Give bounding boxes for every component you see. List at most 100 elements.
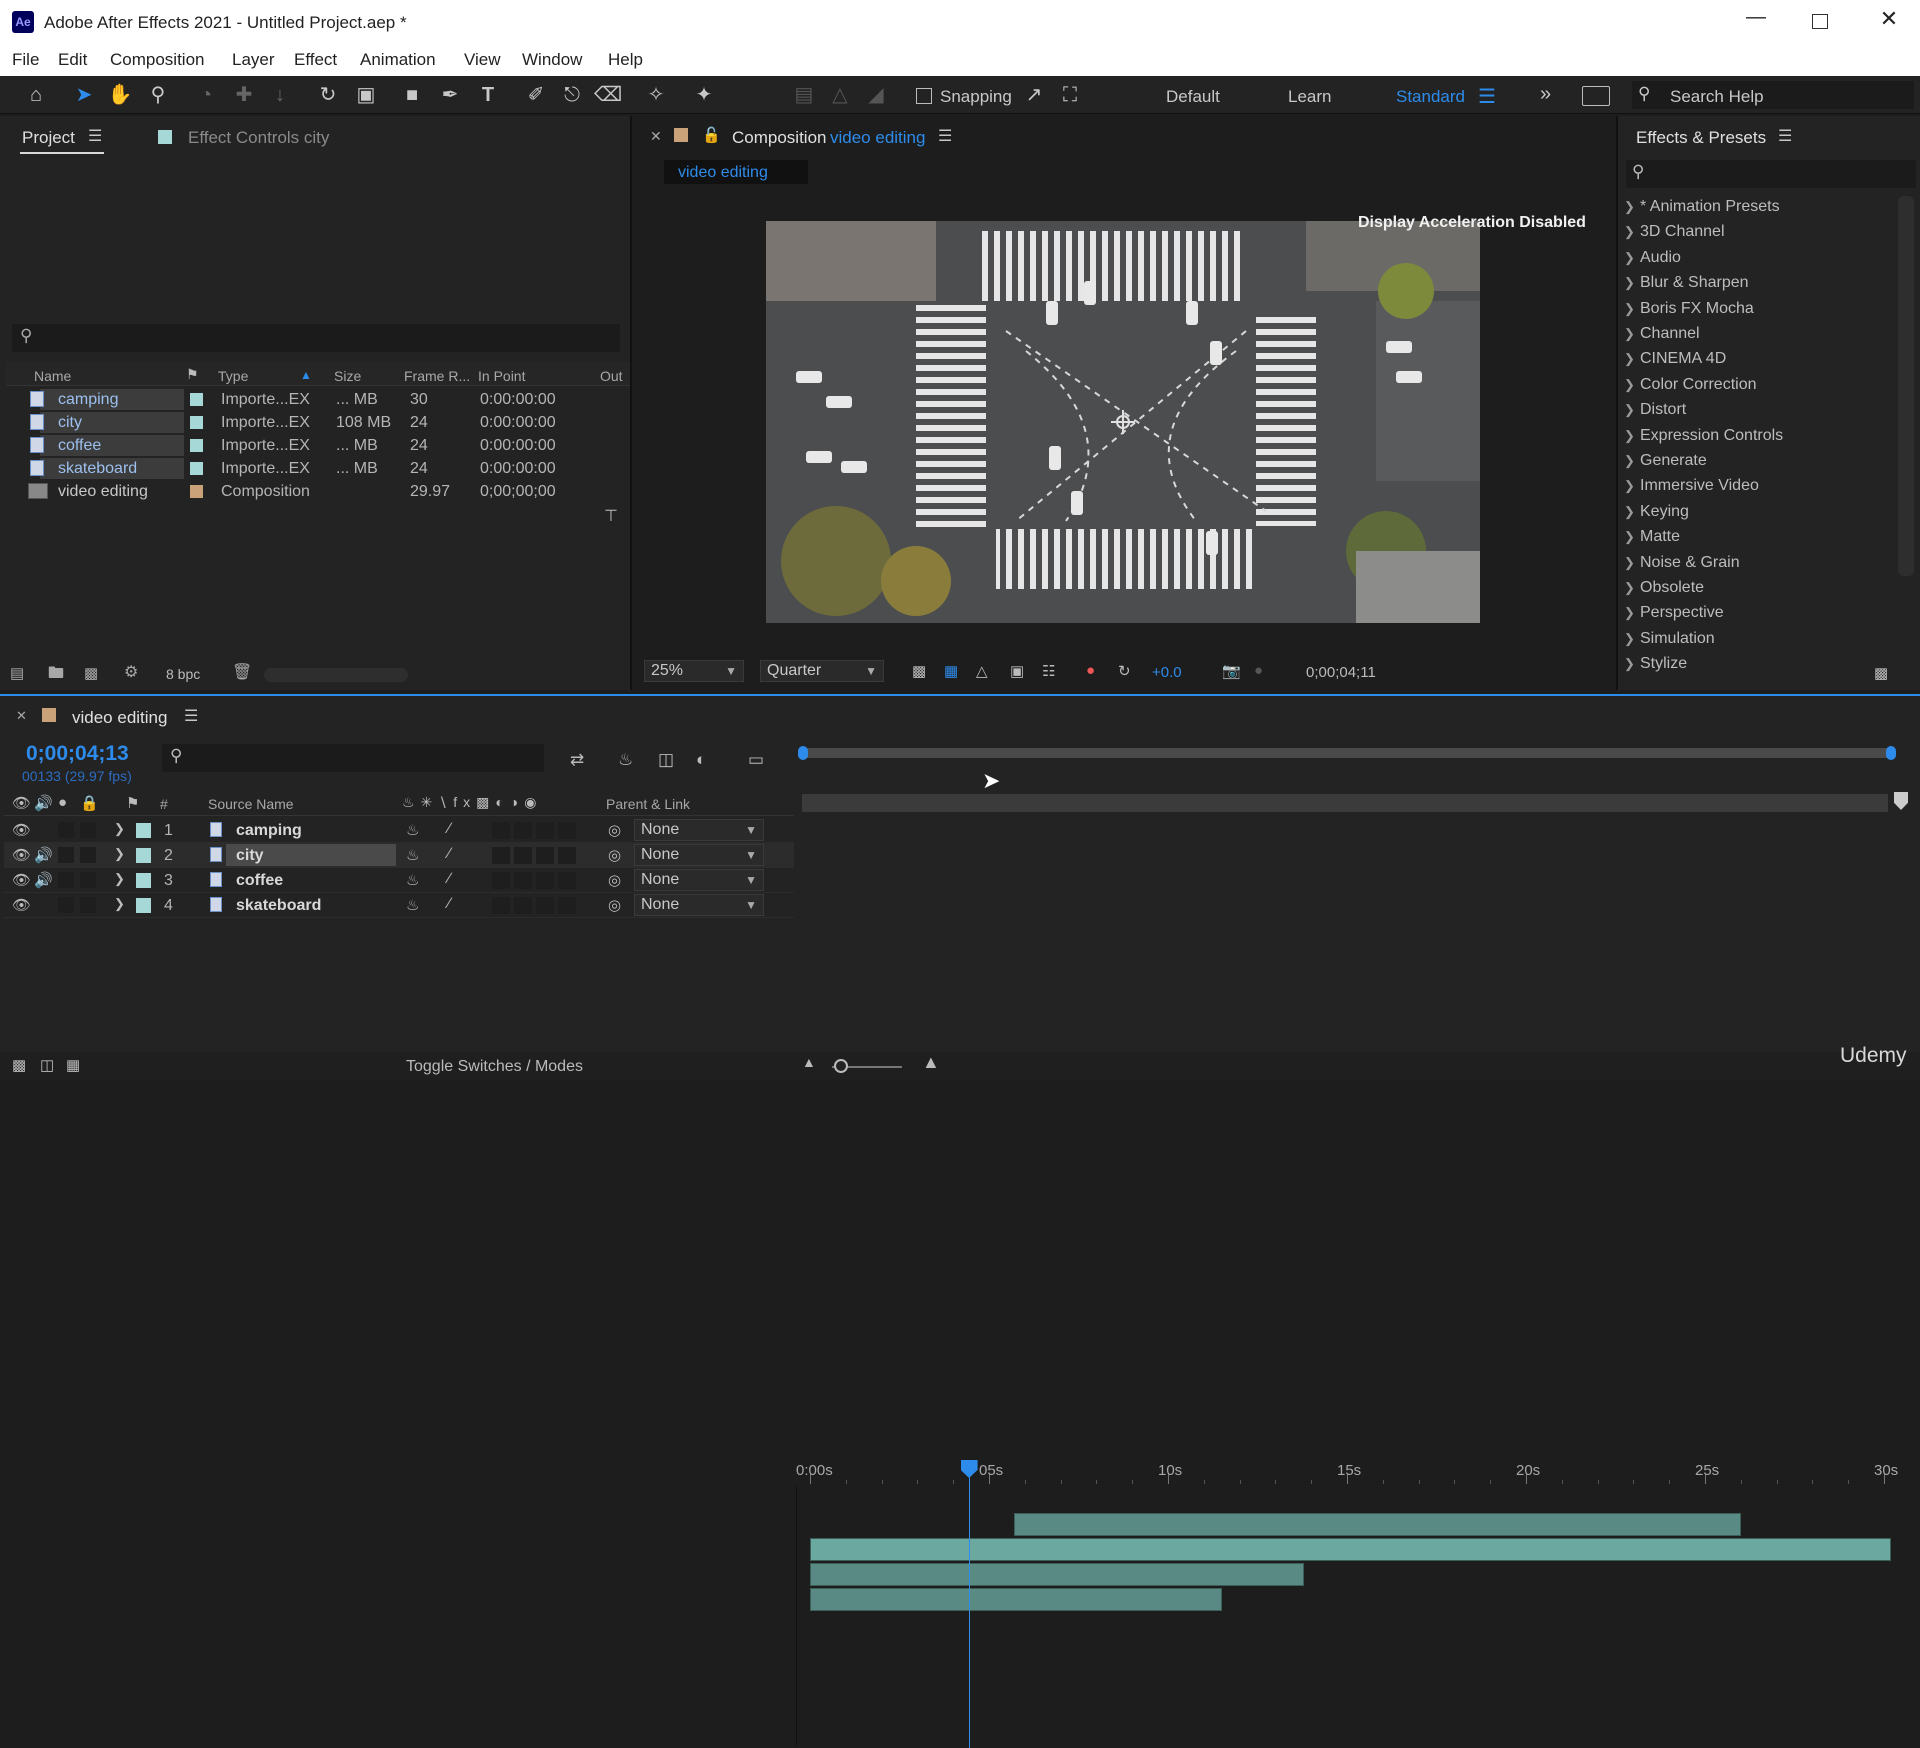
solo-toggle[interactable] (58, 872, 74, 888)
quality-switch-icon[interactable]: ∕ (448, 820, 451, 837)
channels-icon[interactable]: ● (1086, 662, 1095, 679)
label-column-icon[interactable]: ⚑ (186, 366, 199, 383)
zoom-in-icon[interactable]: ▲ (922, 1052, 940, 1073)
source-name-header[interactable]: Source Name (208, 796, 294, 812)
layer-row[interactable]: 👁 🔊 ❯ 3 coffee ♨ ∕ ◎ None ▼ (4, 868, 794, 893)
layer-row[interactable]: 👁 🔊 ❯ 2 city ♨ ∕ ◎ None ▼ (4, 843, 794, 868)
pick-whip-icon[interactable]: ◎ (608, 896, 621, 914)
effect-category[interactable]: ❯ Blur & Sharpen (1624, 270, 1749, 295)
work-area-range[interactable] (802, 794, 1888, 812)
maximize-icon[interactable] (1812, 14, 1828, 29)
brush-tool-icon[interactable]: ✐ (522, 82, 550, 108)
current-time-display[interactable]: 0;00;04;13 (26, 742, 129, 766)
eraser-tool-icon[interactable]: ⌫ (594, 82, 622, 108)
quality-switch-icon[interactable]: ∕ (448, 895, 451, 912)
effect-category[interactable]: ❯ * Animation Presets (1624, 194, 1780, 219)
layer-switches-toggle-icon[interactable]: ▩ (12, 1056, 26, 1074)
menu-animation[interactable]: Animation (360, 50, 436, 70)
solo-toggle[interactable] (58, 897, 74, 913)
effect-category[interactable]: ❯ Simulation (1624, 626, 1715, 651)
workspace-standard[interactable]: Standard (1396, 87, 1465, 107)
project-menu-icon[interactable]: ☰ (88, 126, 102, 146)
expand-chevron-icon[interactable]: ❯ (114, 896, 125, 912)
tab-effect-controls[interactable]: Effect Controls city (188, 128, 329, 148)
effect-category[interactable]: ❯ Stylize (1624, 651, 1687, 676)
tab-project[interactable]: Project (22, 128, 75, 148)
pen-tool-icon[interactable]: ✒ (436, 82, 464, 108)
layer-switch-box[interactable] (492, 822, 510, 839)
snap-edges-icon[interactable]: ↗ (1020, 82, 1048, 108)
flowchart-icon[interactable]: ⊤ (604, 506, 618, 526)
show-snapshot-icon[interactable]: ● (1254, 662, 1263, 679)
layer-label-swatch[interactable] (136, 873, 151, 888)
collapse-transform-icon[interactable]: ♨ (406, 821, 419, 839)
draft-3d-icon[interactable]: ♨ (618, 750, 633, 770)
minimize-icon[interactable]: — (1744, 6, 1768, 36)
layer-switch-box[interactable] (536, 822, 554, 839)
interpret-footage-icon[interactable]: ▤ (10, 664, 24, 682)
label-swatch[interactable] (190, 439, 203, 452)
layer-switch-box[interactable] (536, 897, 554, 914)
col-frame-rate[interactable]: Frame R... (404, 368, 470, 384)
workspace-learn[interactable]: Learn (1288, 87, 1331, 107)
col-name[interactable]: Name (34, 368, 71, 384)
guides-grid-icon[interactable]: ☷ (1042, 662, 1055, 680)
video-visibility-icon[interactable]: 👁 (12, 896, 31, 914)
effect-category[interactable]: ❯ Immersive Video (1624, 473, 1759, 498)
label-swatch[interactable] (190, 416, 203, 429)
toggle-switches-modes[interactable]: Toggle Switches / Modes (406, 1058, 583, 1076)
orbit-camera-icon[interactable]: ◔ (192, 82, 220, 108)
effect-category[interactable]: ❯ Audio (1624, 245, 1681, 270)
mask-visibility-icon[interactable]: △ (976, 662, 988, 680)
menu-effect[interactable]: Effect (294, 50, 337, 70)
parent-link-header[interactable]: Parent & Link (606, 796, 690, 812)
type-tool-icon[interactable]: T (474, 82, 502, 108)
new-preset-icon[interactable]: ▩ (1874, 664, 1888, 682)
layer-switch-box[interactable] (514, 847, 532, 864)
menu-edit[interactable]: Edit (58, 50, 87, 70)
effect-category[interactable]: ❯ Generate (1624, 448, 1707, 473)
col-out[interactable]: Out (600, 368, 623, 384)
region-of-interest-icon[interactable]: ▣ (1010, 662, 1024, 680)
work-area-start-handle[interactable] (798, 746, 808, 760)
layer-switch-box[interactable] (514, 822, 532, 839)
effect-category[interactable]: ❯ Channel (1624, 321, 1700, 346)
expand-chevron-icon[interactable]: ❯ (114, 821, 125, 837)
layer-switch-box[interactable] (558, 822, 576, 839)
selection-tool-icon[interactable]: ➤ (70, 82, 98, 108)
zoom-out-icon[interactable]: ▲ (802, 1054, 816, 1070)
layer-switch-box[interactable] (492, 872, 510, 889)
comp-mini-flowchart-icon[interactable]: ⇄ (570, 750, 584, 770)
snapping-checkbox[interactable] (916, 88, 932, 104)
col-size[interactable]: Size (334, 368, 361, 384)
label-swatch[interactable] (190, 393, 203, 406)
layer-switch-box[interactable] (558, 847, 576, 864)
more-workspaces-icon[interactable]: » (1540, 83, 1551, 106)
solo-toggle[interactable] (58, 822, 74, 838)
timeline-search-field[interactable] (162, 744, 544, 772)
reset-exposure-icon[interactable]: ↻ (1118, 662, 1131, 680)
anchor-point-tool-icon[interactable]: ▣ (352, 82, 380, 108)
snapshot-camera-icon[interactable]: 📷 (1222, 662, 1241, 680)
layer-switch-box[interactable] (536, 847, 554, 864)
effect-category[interactable]: ❯ Boris FX Mocha (1624, 296, 1754, 321)
parent-dropdown[interactable]: None ▼ (634, 844, 764, 866)
close-icon[interactable]: ✕ (1876, 6, 1902, 36)
new-composition-icon[interactable]: ▩ (84, 664, 98, 682)
rectangle-tool-icon[interactable]: ■ (398, 82, 426, 108)
layer-row[interactable]: 👁 ❯ 1 camping ♨ ∕ ◎ None ▼ (4, 818, 794, 843)
close-timeline-icon[interactable]: ✕ (16, 708, 27, 724)
effect-category[interactable]: ❯ 3D Channel (1624, 219, 1725, 244)
effect-category[interactable]: ❯ Expression Controls (1624, 423, 1783, 448)
collapse-transform-icon[interactable]: ♨ (406, 846, 419, 864)
lock-toggle[interactable] (80, 822, 96, 838)
expand-chevron-icon[interactable]: ❯ (114, 871, 125, 887)
transfer-controls-toggle-icon[interactable]: ◫ (40, 1056, 54, 1074)
col-in-point[interactable]: In Point (478, 368, 525, 384)
playhead-handle[interactable] (960, 1460, 978, 1478)
video-visibility-icon[interactable]: 👁 (12, 871, 31, 889)
work-area-end-handle[interactable] (1886, 746, 1896, 760)
zoom-tool-icon[interactable]: ⚲ (144, 82, 172, 108)
effects-scrollbar[interactable] (1898, 196, 1914, 576)
collapse-transform-icon[interactable]: ♨ (406, 871, 419, 889)
